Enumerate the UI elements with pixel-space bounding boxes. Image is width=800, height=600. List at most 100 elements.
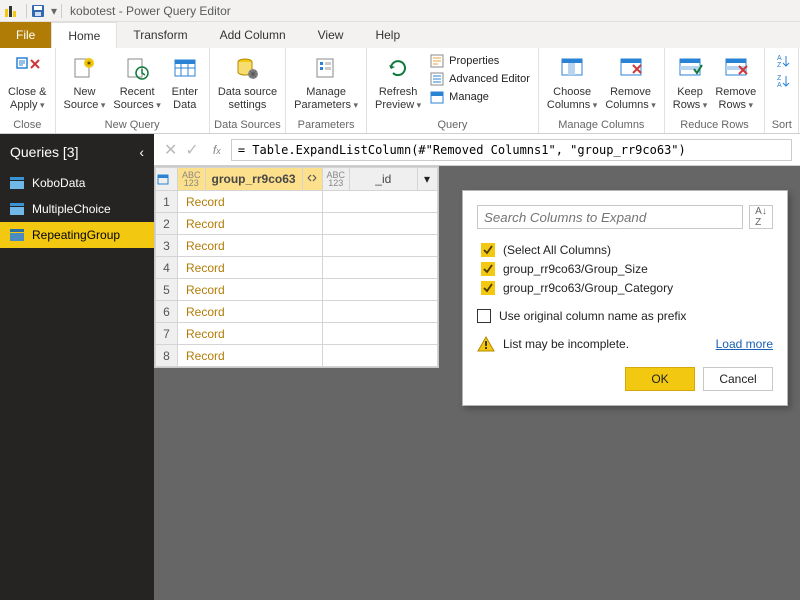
advanced-editor-button[interactable]: Advanced Editor xyxy=(429,71,530,87)
new-source-icon: ✶ xyxy=(71,52,97,84)
svg-text:A: A xyxy=(777,55,782,62)
select-all-option[interactable]: (Select All Columns) xyxy=(481,243,773,257)
queries-pane: Queries [3] ‹ KoboData MultipleChoice Re… xyxy=(0,134,154,600)
sidebar-item-multiplechoice[interactable]: MultipleChoice xyxy=(0,196,154,222)
row-number[interactable]: 1 xyxy=(156,191,178,213)
remove-columns-button[interactable]: Remove Columns xyxy=(601,50,659,113)
column-header-1[interactable]: group_rr9co63 xyxy=(206,172,302,186)
option-label: (Select All Columns) xyxy=(503,243,611,257)
remove-rows-icon xyxy=(723,52,749,84)
ok-button[interactable]: OK xyxy=(625,367,695,391)
manage-params-label: Manage Parameters xyxy=(294,86,358,111)
window-title: kobotest - Power Query Editor xyxy=(70,4,231,18)
expand-column-icon[interactable] xyxy=(302,168,322,190)
manage-query-button[interactable]: Manage xyxy=(429,89,530,105)
cancel-formula-icon[interactable]: ✕ xyxy=(164,140,177,160)
remove-rows-button[interactable]: Remove Rows xyxy=(711,50,760,113)
table-icon xyxy=(10,229,24,241)
tab-add-column[interactable]: Add Column xyxy=(204,22,302,48)
cell-value[interactable] xyxy=(322,213,437,235)
queries-header: Queries [3] xyxy=(10,144,78,160)
group-params-label: Parameters xyxy=(290,119,362,133)
column-option[interactable]: group_rr9co63/Group_Category xyxy=(481,281,773,295)
cell-value[interactable]: Record xyxy=(178,279,323,301)
fx-icon[interactable]: fx xyxy=(203,143,231,157)
new-source-label: New Source xyxy=(64,86,106,111)
cell-value[interactable] xyxy=(322,323,437,345)
cell-value[interactable] xyxy=(322,279,437,301)
row-number[interactable]: 8 xyxy=(156,345,178,367)
new-source-button[interactable]: ✶ New Source xyxy=(60,50,110,113)
load-more-link[interactable]: Load more xyxy=(716,337,773,351)
refresh-preview-button[interactable]: Refresh Preview xyxy=(371,50,425,113)
tab-home[interactable]: Home xyxy=(51,22,117,48)
group-sort-label: Sort xyxy=(769,119,794,133)
tab-transform[interactable]: Transform xyxy=(117,22,203,48)
sidebar-item-repeatinggroup[interactable]: RepeatingGroup xyxy=(0,222,154,248)
column-option[interactable]: group_rr9co63/Group_Size xyxy=(481,262,773,276)
cell-value[interactable]: Record xyxy=(178,191,323,213)
data-source-icon xyxy=(234,52,260,84)
keep-rows-button[interactable]: Keep Rows xyxy=(669,50,712,113)
close-apply-button[interactable]: Close & Apply xyxy=(4,50,51,113)
grid-corner[interactable] xyxy=(156,168,178,191)
search-columns-input[interactable] xyxy=(477,205,743,229)
checkbox-checked-icon xyxy=(481,262,495,276)
app-icon xyxy=(4,4,18,18)
cell-value[interactable]: Record xyxy=(178,345,323,367)
row-number[interactable]: 7 xyxy=(156,323,178,345)
sidebar-item-label: KoboData xyxy=(32,176,85,190)
row-number[interactable]: 4 xyxy=(156,257,178,279)
row-number[interactable]: 6 xyxy=(156,301,178,323)
row-number[interactable]: 5 xyxy=(156,279,178,301)
sidebar-item-kobodata[interactable]: KoboData xyxy=(0,170,154,196)
cell-value[interactable] xyxy=(322,257,437,279)
data-grid[interactable]: ABC 123 group_rr9co63 ABC 123 _id ▾ 1Rec… xyxy=(154,166,439,368)
cell-value[interactable] xyxy=(322,345,437,367)
column-type-icon[interactable]: ABC 123 xyxy=(178,168,206,190)
keep-rows-icon xyxy=(677,52,703,84)
manage-parameters-button[interactable]: Manage Parameters xyxy=(290,50,362,113)
sort-asc-icon[interactable]: AZ xyxy=(773,54,791,68)
sort-desc-icon[interactable]: ZA xyxy=(773,74,791,88)
qat-dropdown-icon[interactable]: ▾ xyxy=(51,4,57,18)
choose-cols-icon xyxy=(559,52,585,84)
formula-input[interactable] xyxy=(231,139,792,161)
refresh-icon xyxy=(385,52,411,84)
commit-formula-icon[interactable]: ✓ xyxy=(185,140,198,160)
choose-columns-button[interactable]: Choose Columns xyxy=(543,50,601,113)
manage-icon xyxy=(429,89,445,105)
recent-sources-button[interactable]: Recent Sources xyxy=(109,50,164,113)
close-apply-label: Close & Apply xyxy=(8,86,47,111)
column-type-icon[interactable]: ABC 123 xyxy=(323,168,351,190)
enter-data-button[interactable]: Enter Data xyxy=(165,50,205,113)
column-dropdown-icon[interactable]: ▾ xyxy=(417,168,437,190)
tab-view[interactable]: View xyxy=(302,22,360,48)
data-source-settings-button[interactable]: Data source settings xyxy=(214,50,281,113)
collapse-pane-icon[interactable]: ‹ xyxy=(139,144,144,160)
tab-help[interactable]: Help xyxy=(359,22,416,48)
cell-value[interactable] xyxy=(322,235,437,257)
cancel-button[interactable]: Cancel xyxy=(703,367,773,391)
params-icon xyxy=(313,52,339,84)
cell-value[interactable]: Record xyxy=(178,235,323,257)
expand-columns-popup: A↓Z (Select All Columns) group_rr9co63/G… xyxy=(462,190,788,406)
use-prefix-option[interactable]: Use original column name as prefix xyxy=(477,309,773,323)
tab-file[interactable]: File xyxy=(0,22,51,48)
refresh-label: Refresh Preview xyxy=(375,86,421,111)
remove-rows-label: Remove Rows xyxy=(715,86,756,111)
properties-button[interactable]: Properties xyxy=(429,53,530,69)
properties-label: Properties xyxy=(449,55,499,67)
cell-value[interactable]: Record xyxy=(178,257,323,279)
sort-columns-icon[interactable]: A↓Z xyxy=(749,205,773,229)
cell-value[interactable] xyxy=(322,301,437,323)
row-number[interactable]: 2 xyxy=(156,213,178,235)
save-icon[interactable] xyxy=(31,4,45,18)
row-number[interactable]: 3 xyxy=(156,235,178,257)
column-header-2[interactable]: _id xyxy=(350,172,416,186)
enter-data-icon xyxy=(172,52,198,84)
cell-value[interactable]: Record xyxy=(178,301,323,323)
cell-value[interactable] xyxy=(322,191,437,213)
cell-value[interactable]: Record xyxy=(178,213,323,235)
cell-value[interactable]: Record xyxy=(178,323,323,345)
